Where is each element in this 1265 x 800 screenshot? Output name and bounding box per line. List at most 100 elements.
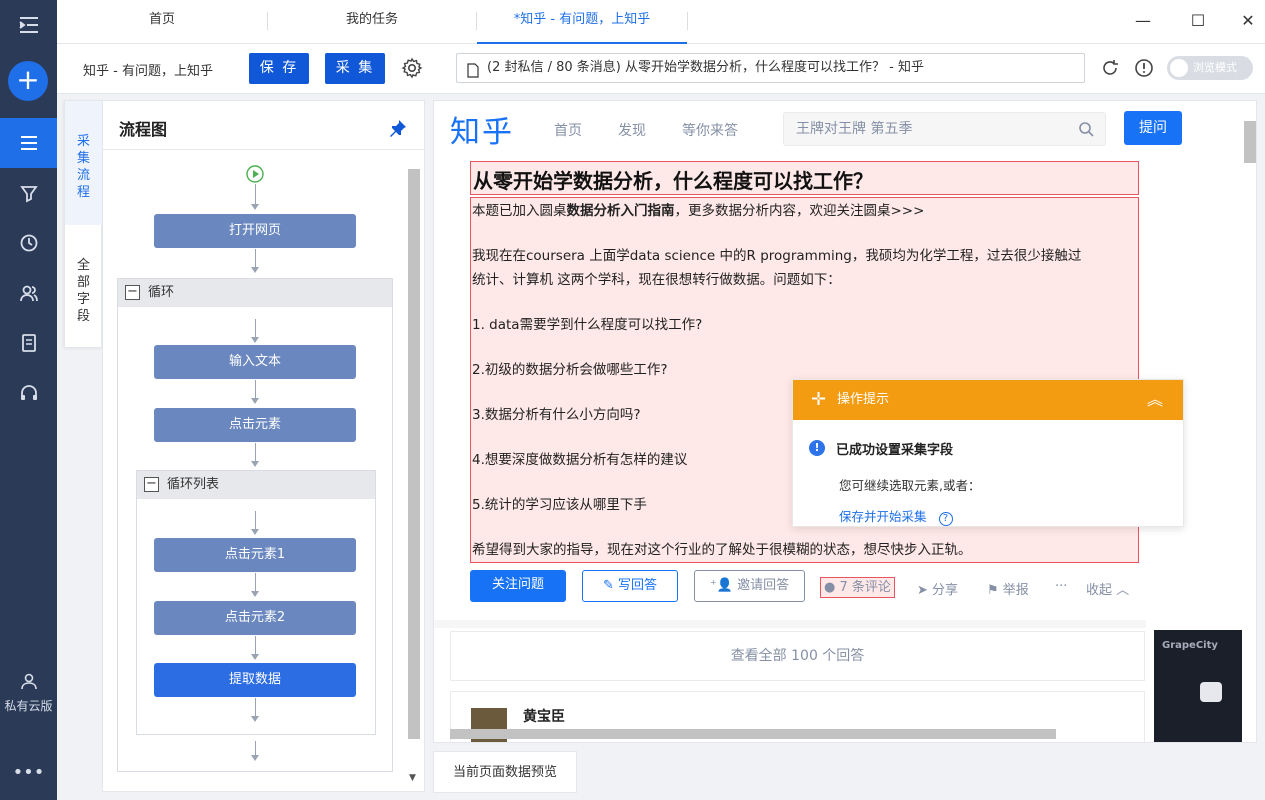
browser-vertical-scrollbar[interactable]: [1244, 121, 1256, 163]
flow-side-tabs: 采集流程 全部字段: [64, 100, 102, 348]
zhihu-nav-home[interactable]: 首页: [554, 120, 582, 140]
add-user-icon: ⁺👤: [709, 578, 738, 593]
zhihu-ask-button[interactable]: 提问: [1124, 111, 1182, 145]
browse-mode-label: 浏览模式: [1193, 61, 1237, 74]
question-title-box[interactable]: 从零开始学数据分析，什么程度可以找工作？: [470, 161, 1139, 195]
side-tab-all-fields-label: 全部字段: [76, 258, 90, 324]
node-extract-data[interactable]: 提取数据: [154, 663, 356, 697]
body-question-item: 4.想要深度做数据分析有怎样的建议: [472, 452, 688, 468]
answer-author[interactable]: 黄宝臣: [523, 706, 565, 726]
ad-widget-icon: [1200, 682, 1222, 702]
collapse-toggle-icon[interactable]: −: [125, 285, 140, 300]
report-link[interactable]: ⚑ 举报: [987, 579, 1029, 598]
tab-my-tasks[interactable]: 我的任务: [268, 0, 476, 44]
divider: [434, 620, 1146, 628]
node-click-element-2[interactable]: 点击元素2: [154, 601, 356, 635]
body-intro: 本题已加入圆桌数据分析入门指南，更多数据分析内容，欢迎关注圆桌>>>: [472, 203, 925, 219]
support-headset-icon[interactable]: [0, 368, 57, 418]
comment-bubble-icon: ●: [824, 580, 836, 595]
body-closing: 希望得到大家的指导，现在对这个行业的了解处于很模糊的状态，想尽快步入正轨。: [472, 542, 972, 558]
zhihu-logo[interactable]: 知乎: [450, 107, 514, 151]
collapse-toggle-icon[interactable]: −: [144, 477, 159, 492]
roundtable-link[interactable]: 数据分析入门指南: [567, 203, 675, 219]
loop-group-header[interactable]: − 循环: [118, 279, 392, 307]
zhihu-nav-discover[interactable]: 发现: [618, 120, 646, 140]
browser-horizontal-scrollbar[interactable]: [450, 729, 1056, 739]
sidebar-ad-banner[interactable]: GrapeCity: [1154, 630, 1242, 742]
minimize-icon[interactable]: —: [1128, 8, 1158, 34]
close-icon[interactable]: ✕: [1233, 8, 1263, 34]
left-sidebar: + 私有云版 •••: [0, 0, 57, 800]
view-all-answers-button[interactable]: 查看全部 100 个回答: [450, 631, 1145, 681]
write-answer-button[interactable]: ✎ 写回答: [582, 570, 678, 602]
pin-icon[interactable]: [389, 119, 407, 141]
info-icon: !: [809, 440, 825, 456]
page-title: 知乎 - 有问题，上知乎: [83, 64, 213, 79]
warning-icon[interactable]: [1134, 58, 1154, 82]
invite-answer-button[interactable]: ⁺👤 邀请回答: [694, 570, 805, 602]
loop-label: 循环: [148, 285, 175, 300]
share-link[interactable]: ➤ 分享: [917, 579, 958, 598]
history-icon[interactable]: [0, 218, 57, 268]
save-and-start-link[interactable]: 保存并开始采集 ?: [839, 506, 953, 526]
refresh-icon[interactable]: [1100, 58, 1120, 82]
settings-gear-icon[interactable]: [401, 57, 423, 83]
tab-strip: 首页 我的任务 *知乎 - 有问题，上知乎 — ☐ ✕: [57, 0, 1265, 44]
tip-header[interactable]: ✛ 操作提示 ︽: [793, 380, 1183, 420]
operation-tip-popup: ✛ 操作提示 ︽ ! 已成功设置采集字段 您可继续选取元素,或者： 保存并开始采…: [792, 379, 1184, 527]
save-button[interactable]: 保 存: [249, 53, 309, 84]
loop-list-label: 循环列表: [167, 477, 220, 492]
data-preview-tab[interactable]: 当前页面数据预览: [433, 751, 577, 793]
search-icon[interactable]: [1078, 121, 1094, 141]
side-tab-all-fields[interactable]: 全部字段: [65, 225, 102, 349]
more-actions-icon[interactable]: ···: [1055, 579, 1067, 594]
toggle-knob: [1170, 59, 1188, 77]
chevron-up-icon: ︿: [1116, 583, 1130, 598]
browse-mode-toggle[interactable]: 浏览模式: [1167, 56, 1253, 80]
collapse-link[interactable]: 收起 ︿: [1086, 579, 1129, 598]
divider: [103, 149, 424, 150]
node-input-text[interactable]: 输入文本: [154, 345, 356, 379]
template-icon[interactable]: [0, 168, 57, 218]
tip-success-message: 已成功设置采集字段: [836, 443, 954, 458]
new-task-button[interactable]: +: [8, 61, 48, 101]
tip-header-label: 操作提示: [837, 392, 890, 407]
tab-divider: [687, 12, 688, 30]
flowchart-title: 流程图: [119, 120, 168, 139]
zhihu-search-input[interactable]: 王牌对王牌 第五季: [783, 112, 1106, 146]
send-icon: ➤: [917, 583, 933, 598]
tab-zhihu[interactable]: *知乎 - 有问题，上知乎: [477, 0, 687, 44]
page-icon: [467, 61, 479, 82]
body-paragraph-line: 统计、计算机 这两个学科，现在很想转行做数据。问题如下：: [472, 272, 841, 288]
follow-question-button[interactable]: 关注问题: [470, 570, 566, 602]
menu-collapse-icon[interactable]: [0, 0, 57, 50]
more-menu-icon[interactable]: •••: [0, 762, 57, 783]
body-question-item: 3.数据分析有什么小方向吗?: [472, 407, 641, 423]
scroll-down-icon[interactable]: ▼: [409, 773, 416, 783]
private-cloud-label: 私有云版: [4, 699, 53, 713]
team-icon[interactable]: [0, 268, 57, 318]
pencil-icon: ✎: [602, 578, 618, 593]
node-click-element[interactable]: 点击元素: [154, 408, 356, 442]
tab-home[interactable]: 首页: [57, 0, 267, 44]
node-click-element-1[interactable]: 点击元素1: [154, 538, 356, 572]
side-tab-collect-flow[interactable]: 采集流程: [65, 101, 102, 225]
collect-button[interactable]: 采 集: [325, 53, 385, 84]
maximize-icon[interactable]: ☐: [1183, 8, 1213, 34]
flow-scrollbar[interactable]: [408, 169, 420, 739]
url-bar[interactable]: (2 封私信 / 80 条消息) 从零开始学数据分析，什么程度可以找工作？ - …: [456, 53, 1085, 83]
move-icon[interactable]: ✛: [811, 380, 826, 420]
flag-icon: ⚑: [987, 583, 1003, 598]
zhihu-nav-waiting[interactable]: 等你来答: [682, 120, 738, 140]
document-icon[interactable]: [0, 318, 57, 368]
node-open-page[interactable]: 打开网页: [154, 214, 356, 248]
comments-link[interactable]: ● 7 条评论: [820, 577, 895, 598]
chevron-double-up-icon[interactable]: ︽: [1147, 380, 1163, 420]
tip-note: 您可继续选取元素,或者：: [839, 478, 981, 493]
private-cloud-entry[interactable]: 私有云版: [0, 672, 57, 714]
body-question-item: 1. data需要学到什么程度可以找工作?: [472, 317, 703, 333]
help-icon[interactable]: ?: [938, 512, 953, 526]
user-icon: [20, 673, 37, 690]
task-list-icon[interactable]: [0, 118, 57, 168]
loop-list-header[interactable]: − 循环列表: [137, 471, 375, 499]
